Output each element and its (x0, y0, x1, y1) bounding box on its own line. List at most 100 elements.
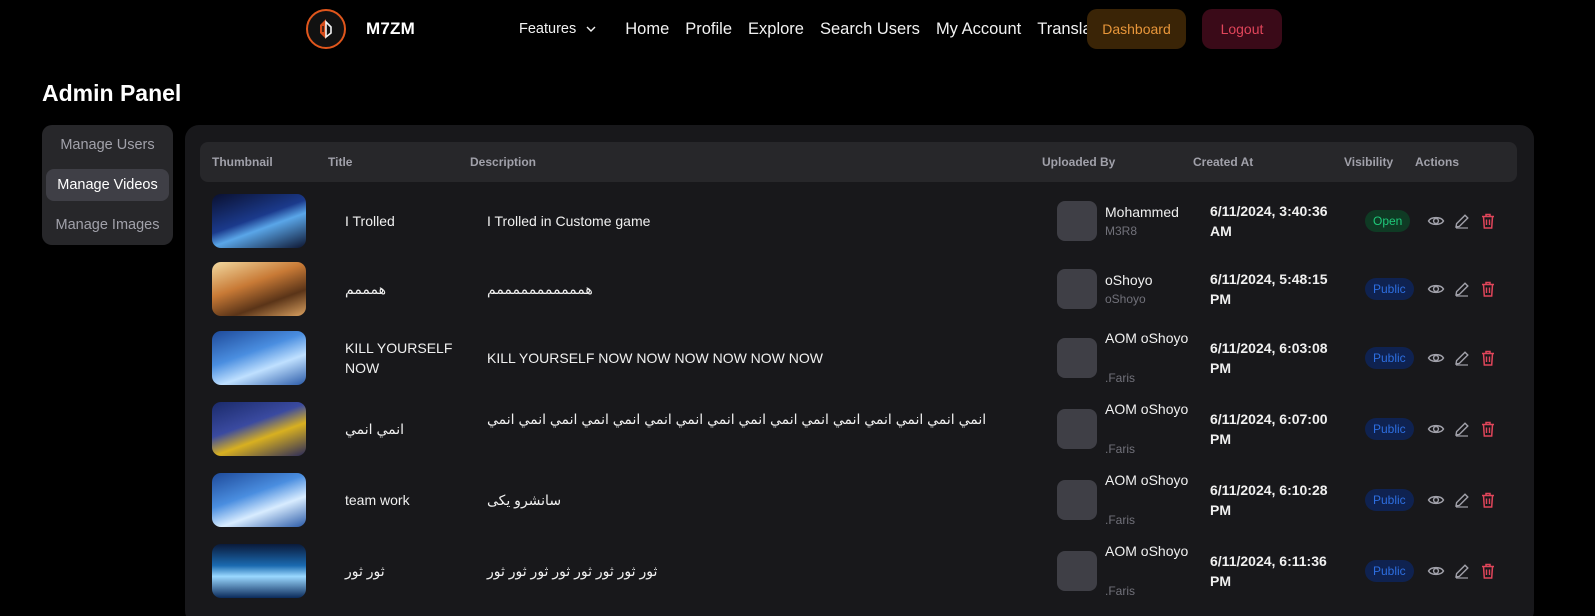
pencil-icon[interactable] (1453, 562, 1471, 580)
dashboard-button[interactable]: Dashboard (1087, 9, 1186, 49)
table-row: انمي انمي انمي انمي انمي انمي انمي انمي … (200, 400, 1517, 458)
created-at: 6/11/2024, 6:07:00 PM (1210, 411, 1328, 447)
header-thumbnail: Thumbnail (212, 155, 273, 169)
video-description: ثور ثور ثور ثور ثور ثور ثور ثور (487, 563, 658, 579)
uploader-name: Mohammed (1105, 204, 1179, 220)
pencil-icon[interactable] (1453, 280, 1471, 298)
video-title: KILL YOURSELF NOW (345, 340, 453, 376)
logo[interactable] (306, 9, 346, 49)
visibility-badge: Public (1365, 278, 1414, 300)
visibility-badge: Public (1365, 489, 1414, 511)
video-thumbnail[interactable] (212, 262, 306, 316)
uploader-handle: .Faris (1105, 584, 1135, 598)
admin-sidebar: Manage Users Manage Videos Manage Images (42, 125, 173, 245)
header-actions: Actions (1415, 155, 1460, 169)
created-at: 6/11/2024, 6:03:08 PM (1210, 340, 1328, 376)
uploader-name: AOM oShoyo (1105, 401, 1189, 417)
created-at: 6/11/2024, 6:10:28 PM (1210, 482, 1328, 518)
visibility-badge: Public (1365, 418, 1414, 440)
top-navbar: M7ZM Features Home Profile Explore Searc… (0, 0, 1595, 58)
header-visibility: Visibility (1344, 155, 1394, 169)
pencil-icon[interactable] (1453, 212, 1471, 230)
sidebar-item-manage-videos[interactable]: Manage Videos (46, 169, 169, 201)
nav-link-search-users[interactable]: Search Users (820, 20, 920, 39)
video-description: انمي انمي انمي انمي انمي انمي انمي انمي … (487, 411, 987, 427)
nav-link-my-account[interactable]: My Account (936, 20, 1021, 39)
video-title: همممم (345, 281, 386, 297)
uploader-handle: .Faris (1105, 513, 1135, 527)
table-row: KILL YOURSELF NOW KILL YOURSELF NOW NOW … (200, 329, 1517, 387)
eye-icon[interactable] (1427, 420, 1445, 438)
video-thumbnail[interactable] (212, 544, 306, 598)
avatar (1057, 409, 1097, 449)
header-created-at: Created At (1193, 155, 1254, 169)
trash-icon[interactable] (1479, 562, 1497, 580)
trash-icon[interactable] (1479, 420, 1497, 438)
header-title: Title (328, 155, 353, 169)
video-description: همممممممممممم (487, 281, 593, 297)
eye-icon[interactable] (1427, 349, 1445, 367)
table-header: Thumbnail Title Description Uploaded By … (200, 142, 1517, 182)
table-row: همممم همممممممممممم oShoyo oShoyo 6/11/2… (200, 260, 1517, 318)
avatar (1057, 338, 1097, 378)
uploader-handle: .Faris (1105, 442, 1135, 456)
trash-icon[interactable] (1479, 280, 1497, 298)
logo-icon (320, 19, 332, 39)
avatar (1057, 480, 1097, 520)
nav-features-label: Features (519, 21, 577, 37)
visibility-badge: Public (1365, 347, 1414, 369)
created-at: 6/11/2024, 6:11:36 PM (1210, 553, 1327, 589)
eye-icon[interactable] (1427, 212, 1445, 230)
sidebar-item-manage-users[interactable]: Manage Users (46, 129, 169, 161)
eye-icon[interactable] (1427, 491, 1445, 509)
pencil-icon[interactable] (1453, 349, 1471, 367)
video-thumbnail[interactable] (212, 331, 306, 385)
uploader-handle: oShoyo (1105, 292, 1146, 306)
videos-table-panel: Thumbnail Title Description Uploaded By … (185, 125, 1534, 616)
nav-link-profile[interactable]: Profile (685, 20, 732, 39)
uploader-name: oShoyo (1105, 272, 1153, 288)
created-at: 6/11/2024, 5:48:15 PM (1210, 271, 1328, 307)
nav-link-home[interactable]: Home (625, 20, 669, 39)
sidebar-item-manage-images[interactable]: Manage Images (46, 209, 169, 241)
video-description: I Trolled in Custome game (487, 213, 651, 229)
nav-links: Features Home Profile Explore Search Use… (519, 0, 1121, 58)
video-description: KILL YOURSELF NOW NOW NOW NOW NOW NOW (487, 350, 823, 366)
eye-icon[interactable] (1427, 562, 1445, 580)
video-title: انمي انمي (345, 421, 404, 437)
visibility-badge: Open (1365, 210, 1411, 232)
video-description: سانشرو يكى (487, 492, 562, 508)
table-row: team work سانشرو يكى AOM oShoyo .Faris 6… (200, 471, 1517, 529)
uploader-name: AOM oShoyo (1105, 543, 1189, 559)
uploader-name: AOM oShoyo (1105, 472, 1189, 488)
pencil-icon[interactable] (1453, 420, 1471, 438)
header-uploaded-by: Uploaded By (1042, 155, 1116, 169)
video-thumbnail[interactable] (212, 194, 306, 248)
eye-icon[interactable] (1427, 280, 1445, 298)
trash-icon[interactable] (1479, 212, 1497, 230)
video-thumbnail[interactable] (212, 402, 306, 456)
video-title: I Trolled (345, 213, 395, 229)
uploader-handle: .Faris (1105, 371, 1135, 385)
header-description: Description (470, 155, 537, 169)
uploader-name: AOM oShoyo (1105, 330, 1189, 346)
chevron-down-icon (586, 26, 596, 32)
nav-link-explore[interactable]: Explore (748, 20, 804, 39)
created-at: 6/11/2024, 3:40:36 AM (1210, 203, 1328, 239)
brand-name[interactable]: M7ZM (366, 19, 415, 39)
page-title: Admin Panel (42, 80, 182, 106)
pencil-icon[interactable] (1453, 491, 1471, 509)
avatar (1057, 551, 1097, 591)
video-title: ثور ثور (345, 563, 385, 579)
trash-icon[interactable] (1479, 491, 1497, 509)
trash-icon[interactable] (1479, 349, 1497, 367)
uploader-handle: M3R8 (1105, 224, 1138, 238)
nav-features-dropdown[interactable]: Features (519, 21, 597, 37)
logout-button[interactable]: Logout (1202, 9, 1282, 49)
table-row: ثور ثور ثور ثور ثور ثور ثور ثور ثور ثور … (200, 542, 1517, 600)
video-thumbnail[interactable] (212, 473, 306, 527)
video-title: team work (345, 492, 410, 508)
avatar (1057, 201, 1097, 241)
avatar (1057, 269, 1097, 309)
visibility-badge: Public (1365, 560, 1414, 582)
